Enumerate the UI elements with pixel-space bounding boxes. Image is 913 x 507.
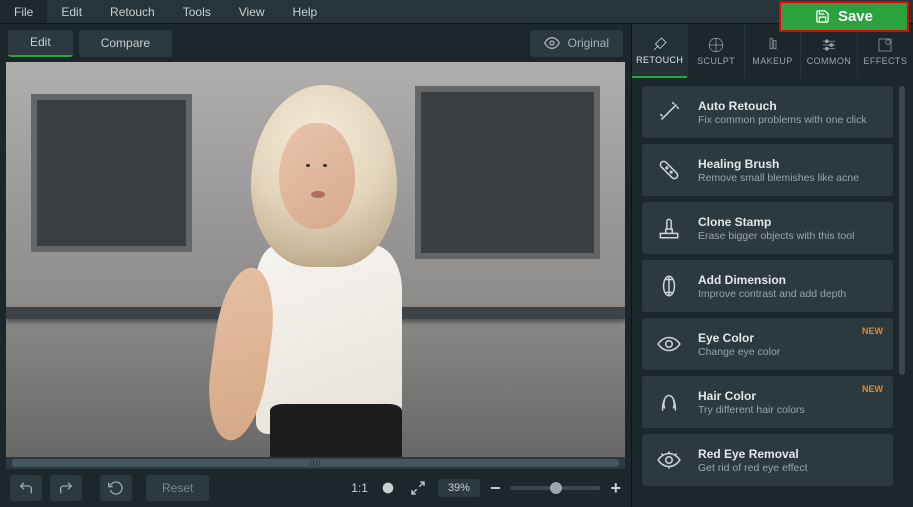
save-disk-icon [815,9,830,24]
tools-panel: RETOUCH SCULPT MAKEUP COMMON EFFECTS Aut… [631,24,913,507]
expand-icon [410,480,426,496]
view-toolbar: Edit Compare Original [0,24,631,62]
save-label: Save [838,8,873,25]
face-icon [380,480,396,496]
hair-icon [656,389,682,415]
tool-red-eye[interactable]: Red Eye RemovalGet rid of red eye effect [642,434,893,486]
revert-icon [108,480,124,496]
tool-add-dimension[interactable]: Add DimensionImprove contrast and add de… [642,260,893,312]
tab-effects[interactable]: EFFECTS [857,24,913,78]
vertical-scrollbar[interactable] [899,86,905,499]
tool-auto-retouch[interactable]: Auto RetouchFix common problems with one… [642,86,893,138]
menu-bar: File Edit Retouch Tools View Help Save [0,0,913,24]
menu-view[interactable]: View [225,0,279,23]
original-label: Original [568,36,609,50]
redo-icon [58,480,74,496]
menu-help[interactable]: Help [279,0,332,23]
original-toggle[interactable]: Original [530,30,623,57]
zoom-controls: 1:1 39% − + [351,478,621,499]
menu-file[interactable]: File [0,0,47,23]
eye-color-icon [656,331,682,357]
reset-button[interactable]: Reset [146,475,209,501]
new-badge: NEW [862,326,883,336]
category-tabs: RETOUCH SCULPT MAKEUP COMMON EFFECTS [632,24,913,78]
tool-healing-brush[interactable]: Healing BrushRemove small blemishes like… [642,144,893,196]
tool-list: Auto RetouchFix common problems with one… [642,86,893,499]
dimension-icon [656,273,682,299]
zoom-out-button[interactable]: − [490,478,501,499]
tab-makeup[interactable]: MAKEUP [744,24,800,78]
save-button[interactable]: Save [779,1,909,32]
zoom-slider[interactable] [510,486,600,490]
horizontal-scrollbar[interactable] [6,457,625,469]
tool-clone-stamp[interactable]: Clone StampErase bigger objects with thi… [642,202,893,254]
stamp-icon [656,215,682,241]
redo-button[interactable] [50,475,82,501]
tool-eye-color[interactable]: Eye ColorChange eye color NEW [642,318,893,370]
new-badge: NEW [862,384,883,394]
zoom-in-button[interactable]: + [610,478,621,499]
menu-retouch[interactable]: Retouch [96,0,169,23]
wand-icon [656,99,682,125]
bandage-icon [656,157,682,183]
revert-button[interactable] [100,475,132,501]
red-eye-icon [656,447,682,473]
bottom-bar: Reset 1:1 39% − + [0,469,631,507]
tool-hair-color[interactable]: Hair ColorTry different hair colors NEW [642,376,893,428]
eye-icon [544,35,560,51]
menu-edit[interactable]: Edit [47,0,96,23]
fit-1to1-button[interactable]: 1:1 [351,481,368,495]
menu-tools[interactable]: Tools [169,0,225,23]
image-canvas[interactable] [6,62,625,457]
undo-button[interactable] [10,475,42,501]
edit-tab-button[interactable]: Edit [8,30,73,57]
tab-retouch[interactable]: RETOUCH [632,24,687,78]
zoom-value: 39% [438,479,480,497]
fullscreen-button[interactable] [408,480,428,496]
undo-icon [18,480,34,496]
tab-sculpt[interactable]: SCULPT [687,24,743,78]
tab-common[interactable]: COMMON [800,24,856,78]
fit-face-button[interactable] [378,480,398,496]
compare-tab-button[interactable]: Compare [79,30,172,57]
